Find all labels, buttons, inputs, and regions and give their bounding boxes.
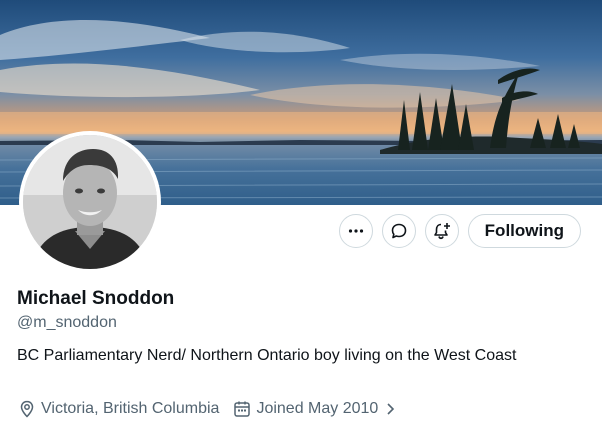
- profile-name: Michael Snoddon: [17, 288, 175, 309]
- profile-meta: Victoria, British Columbia Joined May 20…: [17, 399, 398, 419]
- following-button[interactable]: Following: [467, 214, 581, 248]
- profile-actions: Following: [330, 214, 581, 248]
- avatar-photo: [23, 135, 157, 269]
- profile-location: Victoria, British Columbia: [17, 399, 219, 419]
- profile-avatar[interactable]: [19, 131, 161, 273]
- calendar-icon: [234, 401, 251, 417]
- profile-handle: @m_snoddon: [17, 314, 117, 331]
- message-button[interactable]: [381, 214, 416, 248]
- profile-joined[interactable]: Joined May 2010: [232, 399, 398, 419]
- following-button-label: Following: [484, 221, 564, 240]
- location-text: Victoria, British Columbia: [41, 400, 220, 417]
- notification-button[interactable]: [424, 214, 459, 248]
- profile-bio: BC Parliamentary Nerd/ Northern Ontario …: [17, 347, 517, 364]
- message-icon: [391, 223, 406, 239]
- location-pin-icon: [20, 400, 34, 418]
- notification-bell-icon: [433, 223, 450, 240]
- more-icon: [348, 229, 363, 233]
- more-button[interactable]: [338, 214, 373, 248]
- joined-text: Joined May 2010: [256, 400, 379, 417]
- chevron-right-icon: [387, 403, 395, 415]
